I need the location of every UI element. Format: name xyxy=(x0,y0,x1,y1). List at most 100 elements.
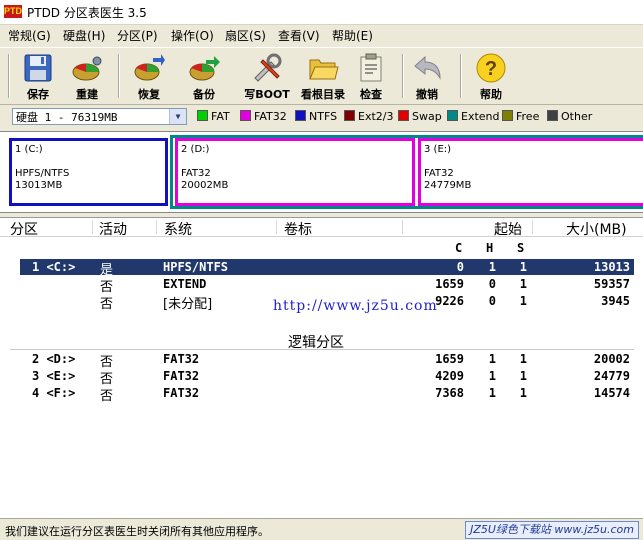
menu-view[interactable]: 查看(V) xyxy=(276,27,322,44)
partition-id: 3 (E:) xyxy=(424,144,452,155)
drive-legend-row: 硬盘 1 - 76319MB ▼ FAT FAT32 NTFS Ext2/3 S… xyxy=(0,106,643,128)
cell-head: 0 xyxy=(488,294,496,308)
legend-ext: Ext2/3 xyxy=(344,110,393,124)
table-row-selected[interactable]: 1 <C:> 是 HPFS/NTFS 0 1 1 13013 xyxy=(20,259,634,278)
cell-head: 1 xyxy=(488,352,496,366)
legend-fat32: FAT32 xyxy=(240,110,287,124)
cell-sector: 1 xyxy=(519,260,527,274)
menu-bar: 常规(G) 硬盘(H) 分区(P) 操作(O) 扇区(S) 查看(V) 帮助(E… xyxy=(0,24,643,46)
col-label[interactable]: 卷标 xyxy=(284,219,312,239)
partition-size: 13013MB xyxy=(15,180,63,191)
cell-active: 否 xyxy=(100,297,114,312)
check-button[interactable]: 检查 xyxy=(348,50,394,102)
legend-swap: Swap xyxy=(398,110,442,124)
legend-label: Free xyxy=(516,110,540,123)
write-boot-label: 写BOOT xyxy=(244,88,290,101)
legend-swatch xyxy=(398,110,409,121)
legend-label: Other xyxy=(561,110,593,123)
restore-label: 恢复 xyxy=(138,88,160,101)
menu-help[interactable]: 帮助(E) xyxy=(330,27,375,44)
col-active[interactable]: 活动 xyxy=(99,219,127,239)
cell-system: HPFS/NTFS xyxy=(163,260,229,274)
save-label: 保存 xyxy=(27,88,49,101)
app-window: PTD PTDD 分区表医生 3.5 常规(G) 硬盘(H) 分区(P) 操作(… xyxy=(0,0,643,540)
legend-swatch xyxy=(447,110,458,121)
list-header: 分区 活动 系统 卷标 起始 大小(MB) xyxy=(0,218,643,239)
table-row[interactable]: 2 <D:> 否 FAT32 1659 1 1 20002 xyxy=(20,351,634,370)
partition-size: 20002MB xyxy=(181,180,229,191)
partition-id: 2 (D:) xyxy=(181,144,210,155)
col-divider xyxy=(156,220,157,234)
partition-box-d[interactable]: 2 (D:) FAT32 20002MB xyxy=(175,138,415,206)
check-label: 检查 xyxy=(360,88,382,101)
partition-list: 分区 活动 系统 卷标 起始 大小(MB) C H S 1 <C:> 是 HPF… xyxy=(0,217,643,519)
col-divider xyxy=(92,220,93,234)
restore-button[interactable]: 恢复 xyxy=(126,50,172,102)
legend-swatch xyxy=(547,110,558,121)
chevron-down-icon[interactable]: ▼ xyxy=(169,109,186,124)
cell-size: 3945 xyxy=(601,294,630,308)
legend-extend: Extend xyxy=(447,110,500,124)
table-row[interactable]: 3 <E:> 否 FAT32 4209 1 1 24779 xyxy=(20,368,634,387)
disk-select[interactable]: 硬盘 1 - 76319MB ▼ xyxy=(12,108,187,125)
cell-head: 0 xyxy=(488,277,496,291)
cell-partition: 3 <E:> xyxy=(32,369,76,383)
cell-size: 24779 xyxy=(593,369,630,383)
toolbar-separator xyxy=(460,54,462,98)
partition-fs: FAT32 xyxy=(181,168,211,179)
legend-swatch xyxy=(240,110,251,121)
cell-size: 59357 xyxy=(593,277,630,291)
cell-head: 1 xyxy=(488,369,496,383)
legend-ntfs: NTFS xyxy=(295,110,337,124)
rebuild-button[interactable]: 重建 xyxy=(64,50,110,102)
write-boot-button[interactable]: 写BOOT xyxy=(244,50,290,102)
view-root-button[interactable]: 看根目录 xyxy=(296,50,350,102)
partition-box-e[interactable]: 3 (E:) FAT32 24779MB xyxy=(418,138,643,206)
col-start[interactable]: 起始 xyxy=(494,219,522,239)
menu-disk[interactable]: 硬盘(H) xyxy=(61,27,107,44)
undo-arrow-icon xyxy=(414,55,441,80)
cell-sector: 1 xyxy=(519,277,527,291)
col-size[interactable]: 大小(MB) xyxy=(566,219,627,239)
menu-operation[interactable]: 操作(O) xyxy=(169,27,216,44)
cell-partition: 4 <F:> xyxy=(32,386,76,400)
menu-partition[interactable]: 分区(P) xyxy=(115,27,160,44)
cell-sector: 1 xyxy=(519,369,527,383)
cell-cylinder: 4209 xyxy=(435,369,464,383)
menu-sector[interactable]: 扇区(S) xyxy=(223,27,268,44)
title-bar: PTD PTDD 分区表医生 3.5 xyxy=(0,0,643,25)
help-button[interactable]: ? 帮助 xyxy=(468,50,514,102)
partition-fs: HPFS/NTFS xyxy=(15,168,70,179)
save-button[interactable]: 保存 xyxy=(15,50,61,102)
col-divider xyxy=(276,220,277,234)
cell-system: EXTEND xyxy=(163,277,207,291)
col-sector: S xyxy=(517,241,525,255)
legend-swatch xyxy=(197,110,208,121)
col-system[interactable]: 系统 xyxy=(164,219,192,239)
clipboard-check-icon xyxy=(360,53,382,82)
folder-open-icon xyxy=(309,59,339,80)
watermark-url: http://www.jz5u.com xyxy=(273,298,438,314)
partition-size: 24779MB xyxy=(424,180,472,191)
cell-size: 14574 xyxy=(593,386,630,400)
table-row[interactable]: 否 EXTEND 1659 0 1 59357 xyxy=(20,276,634,295)
partition-box-c[interactable]: 1 (C:) HPFS/NTFS 13013MB xyxy=(9,138,168,206)
legend-label: FAT32 xyxy=(254,110,287,123)
legend-fat: FAT xyxy=(197,110,230,124)
cell-system: FAT32 xyxy=(163,386,200,400)
legend-label: FAT xyxy=(211,110,230,123)
cell-partition: 2 <D:> xyxy=(32,352,76,366)
toolbar-separator xyxy=(118,54,120,98)
col-partition[interactable]: 分区 xyxy=(10,219,38,239)
legend-label: Swap xyxy=(412,110,442,123)
table-row[interactable]: 4 <F:> 否 FAT32 7368 1 1 14574 xyxy=(20,385,634,404)
undo-button[interactable]: 撤销 xyxy=(404,50,450,102)
menu-general[interactable]: 常规(G) xyxy=(6,27,53,44)
backup-button[interactable]: 备份 xyxy=(181,50,227,102)
cell-partition: 1 <C:> xyxy=(32,260,76,274)
legend-free: Free xyxy=(502,110,539,124)
disk-restore-icon xyxy=(134,54,165,81)
legend-other: Other xyxy=(547,110,592,124)
cell-cylinder: 0 xyxy=(456,260,464,274)
cell-head: 1 xyxy=(488,260,496,274)
